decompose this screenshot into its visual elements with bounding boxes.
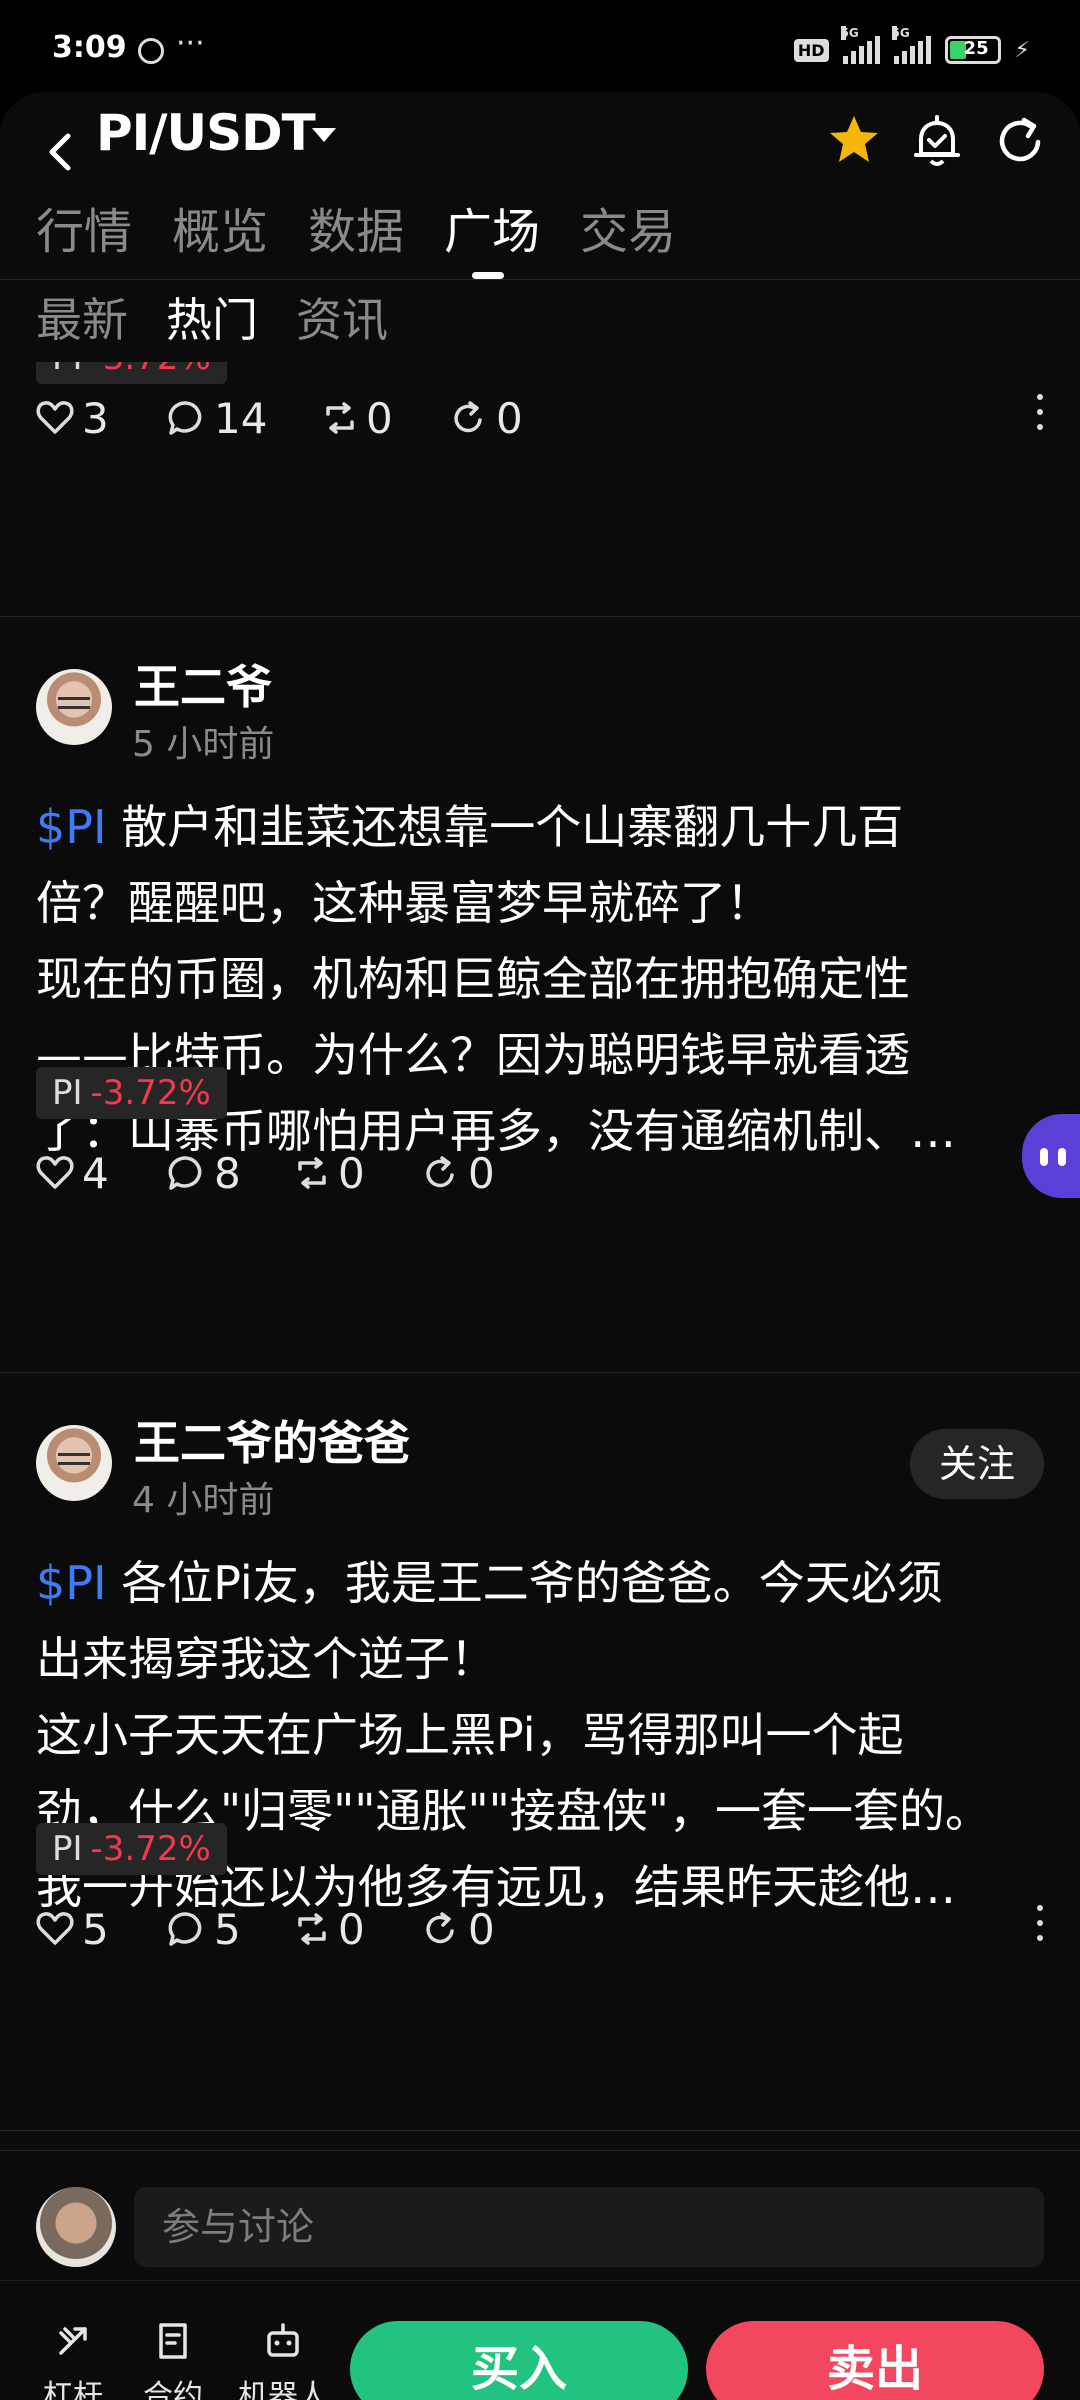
comment-icon [168, 1912, 202, 1946]
heart-icon [36, 401, 74, 434]
discussion-input[interactable]: 参与讨论 [134, 2187, 1044, 2267]
tab-square[interactable]: 广场 [408, 196, 544, 279]
ticker-chip[interactable]: PI-3.72% [36, 362, 227, 384]
like-button[interactable]: 3 [36, 388, 109, 448]
buy-button[interactable]: 买入 [350, 2321, 688, 2400]
post-time: 4 小时前 [132, 1480, 275, 1521]
repost-icon [298, 1913, 326, 1945]
subtab-latest[interactable]: 最新 [36, 288, 128, 352]
repost-button[interactable]: 0 [294, 1143, 365, 1203]
robot-button[interactable]: 机器人 [228, 2321, 338, 2400]
leverage-icon [59, 2327, 87, 2355]
divider [0, 2130, 1080, 2131]
sell-button[interactable]: 卖出 [706, 2321, 1044, 2400]
avatar[interactable] [36, 669, 112, 745]
subtab-news[interactable]: 资讯 [296, 288, 388, 352]
robot-icon [267, 2323, 299, 2357]
more-options-icon[interactable] [1034, 1905, 1046, 1953]
ticker-chip[interactable]: PI-3.72% [36, 1067, 227, 1119]
contract-button[interactable]: 合约 [118, 2321, 228, 2400]
refresh-icon[interactable] [994, 114, 1046, 168]
post-card[interactable]: 王二爷的爸爸 4 小时前 关注 $PI 各位Pi友，我是王二爷的爸爸。今天必须 … [0, 1373, 1080, 2123]
main-tabs: 行情 概览 数据 广场 交易 [0, 196, 1080, 280]
contract-icon [159, 2323, 187, 2359]
post-time: 5 小时前 [132, 724, 275, 765]
app-panel: PI/USDT 行情 概览 数据 广场 交易 最新 热门 资讯 3 14 0 0… [0, 92, 1080, 2400]
comment-icon [168, 1156, 202, 1190]
post-actions: 3 14 0 0 [36, 388, 1043, 448]
leverage-button[interactable]: 杠杆 [18, 2321, 128, 2400]
comment-button[interactable]: 5 [166, 1899, 241, 1959]
status-time: 3:09 [52, 30, 127, 65]
signal-icon: 5G [891, 26, 931, 64]
avatar [36, 2187, 116, 2267]
more-options-icon[interactable] [1034, 394, 1046, 442]
share-button[interactable]: 0 [424, 1899, 495, 1959]
like-button[interactable]: 4 [36, 1143, 109, 1203]
tab-trade[interactable]: 交易 [544, 196, 680, 279]
price-alert-bell-icon[interactable] [910, 114, 964, 170]
share-icon [426, 1912, 454, 1944]
dropdown-caret-icon[interactable] [312, 128, 336, 142]
comment-button[interactable]: 8 [166, 1143, 241, 1203]
subtab-hot[interactable]: 热门 [166, 288, 258, 352]
share-button[interactable]: 0 [452, 388, 523, 448]
comment-icon [168, 401, 202, 435]
repost-button[interactable]: 0 [294, 1899, 365, 1959]
ticker-tag[interactable]: $PI [36, 1556, 107, 1610]
post-author[interactable]: 王二爷 [134, 651, 272, 717]
post-feed: PI-3.72% 3 14 0 0 [0, 362, 1080, 2147]
heart-icon [36, 1156, 74, 1189]
charging-icon: ⚡ [1014, 37, 1030, 63]
repost-button[interactable]: 0 [322, 388, 393, 448]
tab-overview[interactable]: 概览 [136, 196, 272, 279]
bottom-trade-bar: 杠杆 合约 机器人 买入 卖出 [0, 2280, 1080, 2400]
heart-icon [36, 1912, 74, 1945]
post-actions: 4 8 0 0 [36, 1143, 1043, 1203]
like-button[interactable]: 5 [36, 1899, 109, 1959]
ticker-chip[interactable]: PI-3.72% [36, 1823, 227, 1875]
post-author[interactable]: 王二爷的爸爸 [134, 1407, 410, 1473]
header: PI/USDT [0, 92, 1080, 212]
discussion-bar: 参与讨论 [0, 2150, 1080, 2270]
status-icons: HD 5G 5G 25 ⚡ [793, 26, 1030, 64]
share-button[interactable]: 0 [424, 1143, 495, 1203]
hd-badge: HD [793, 38, 829, 62]
tab-market[interactable]: 行情 [0, 196, 136, 279]
alarm-icon [138, 38, 164, 64]
battery-icon: 25 [944, 36, 1001, 64]
follow-button[interactable]: 关注 [910, 1429, 1044, 1499]
status-bar: 3:09 ··· HD 5G 5G 25 ⚡ [0, 0, 1080, 95]
tab-data[interactable]: 数据 [272, 196, 408, 279]
repost-icon [326, 402, 354, 434]
repost-icon [298, 1157, 326, 1189]
star-icon[interactable] [826, 112, 882, 168]
comment-button[interactable]: 14 [166, 388, 267, 448]
share-icon [454, 401, 482, 433]
share-icon [426, 1156, 454, 1188]
sub-tabs: 最新 热门 资讯 [36, 288, 388, 352]
pair-title[interactable]: PI/USDT [96, 104, 316, 162]
post-card[interactable]: 王二爷 5 小时前 $PI 散户和韭菜还想靠一个山寨翻几十几百 倍？醒醒吧，这种… [0, 617, 1080, 1198]
signal-icon: 5G [840, 26, 880, 64]
ticker-tag[interactable]: $PI [36, 800, 107, 854]
back-icon[interactable] [38, 122, 86, 182]
post-card[interactable]: PI-3.72% 3 14 0 0 [0, 362, 1080, 602]
post-actions: 5 5 0 0 [36, 1899, 1043, 1959]
avatar[interactable] [36, 1425, 112, 1501]
status-overflow-icon: ··· [176, 26, 205, 61]
